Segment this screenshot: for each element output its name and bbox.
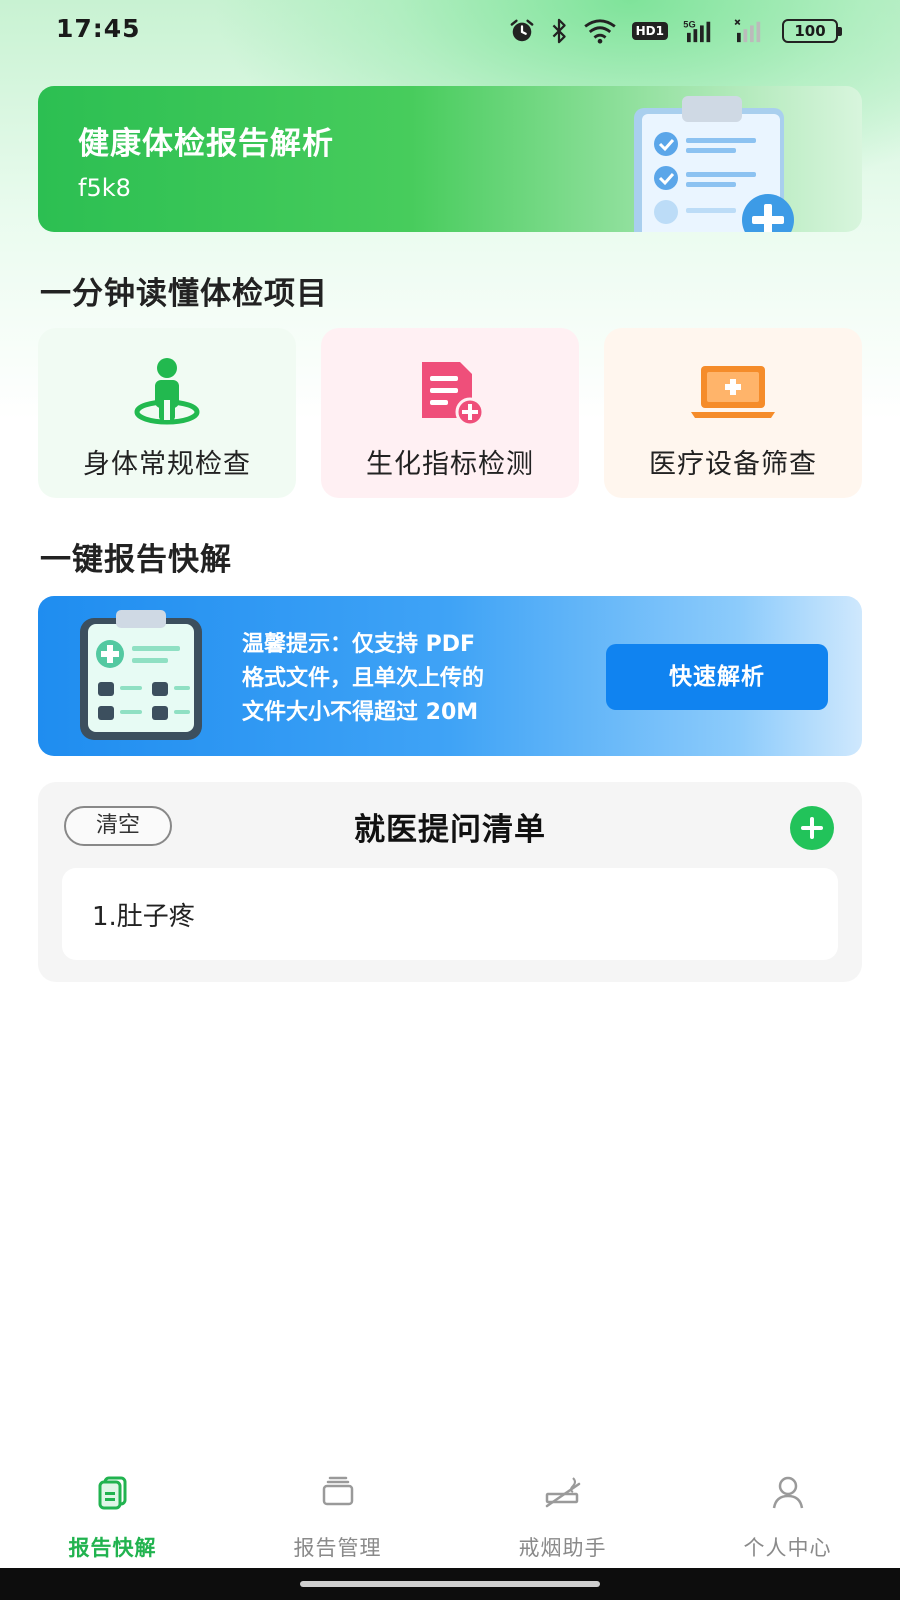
wifi-icon (583, 19, 616, 44)
nav-item-report-manage[interactable]: 报告管理 (225, 1456, 450, 1568)
category-card-equipment[interactable]: 医疗设备筛查 (604, 328, 862, 498)
status-time: 17:45 (56, 14, 141, 43)
battery-icon: 100 (782, 19, 842, 43)
category-label: 身体常规检查 (83, 449, 251, 480)
nav-label: 戒烟助手 (518, 1536, 607, 1560)
upload-tip-line: 温馨提示：仅支持 PDF (242, 632, 476, 657)
nav-item-quit-smoking[interactable]: 戒烟助手 (450, 1456, 675, 1568)
gesture-bar (0, 1568, 900, 1600)
question-list-title: 就医提问清单 (354, 812, 546, 848)
add-question-button[interactable] (790, 806, 834, 850)
question-list-card: 清空 就医提问清单 1.肚子疼 (38, 782, 862, 982)
status-bar: 17:45 HD1 5G 100 (0, 0, 900, 64)
no-smoking-icon (545, 1477, 580, 1508)
nav-label: 个人中心 (743, 1536, 832, 1560)
bottom-nav: 报告快解 报告管理 戒烟助手 个人中心 (0, 1456, 900, 1568)
section-title-items: 一分钟读懂体检项目 (40, 276, 328, 312)
hero-title: 健康体检报告解析 (78, 126, 334, 162)
clipboard-report-icon (80, 610, 202, 740)
folder-icon (322, 1476, 353, 1506)
signal-icon (734, 19, 761, 43)
document-add-icon (422, 362, 485, 427)
nav-item-report-quick[interactable]: 报告快解 (0, 1456, 225, 1568)
person-location-icon (134, 358, 200, 425)
signal-5g-icon: 5G (683, 19, 711, 43)
nav-label: 报告管理 (293, 1536, 382, 1560)
category-card-biochem[interactable]: 生化指标检测 (321, 328, 579, 498)
report-icon (98, 1476, 126, 1510)
home-indicator[interactable] (300, 1581, 600, 1587)
category-card-physical-exam[interactable]: 身体常规检查 (38, 328, 296, 498)
alarm-icon (510, 19, 534, 42)
clipboard-checklist-icon (634, 96, 794, 232)
hero-subtitle: f5k8 (78, 174, 131, 202)
hd-icon: HD1 (631, 22, 668, 40)
quick-parse-button[interactable]: 快速解析 (606, 644, 828, 710)
nav-label: 报告快解 (68, 1536, 157, 1560)
category-label: 医疗设备筛查 (649, 449, 817, 480)
category-label: 生化指标检测 (366, 449, 534, 480)
section-title-quick: 一键报告快解 (40, 542, 232, 578)
person-icon (772, 1476, 803, 1509)
status-icons: HD1 5G 100 (508, 18, 842, 44)
upload-banner: 温馨提示：仅支持 PDF 格式文件，且单次上传的 文件大小不得超过 20M 快速… (38, 596, 862, 756)
upload-tip-line: 格式文件，且单次上传的 (242, 666, 485, 691)
network-type-label: 5G (683, 19, 695, 29)
hero-banner[interactable]: 健康体检报告解析 f5k8 (38, 86, 862, 232)
list-item[interactable]: 1.肚子疼 (62, 868, 838, 960)
bluetooth-icon (552, 18, 566, 44)
upload-tip-line: 文件大小不得超过 20M (242, 700, 479, 725)
list-item-text: 1.肚子疼 (92, 902, 195, 932)
upload-tip: 温馨提示：仅支持 PDF 格式文件，且单次上传的 文件大小不得超过 20M (242, 628, 572, 730)
laptop-medical-icon (691, 366, 775, 418)
nav-item-profile[interactable]: 个人中心 (675, 1456, 900, 1568)
